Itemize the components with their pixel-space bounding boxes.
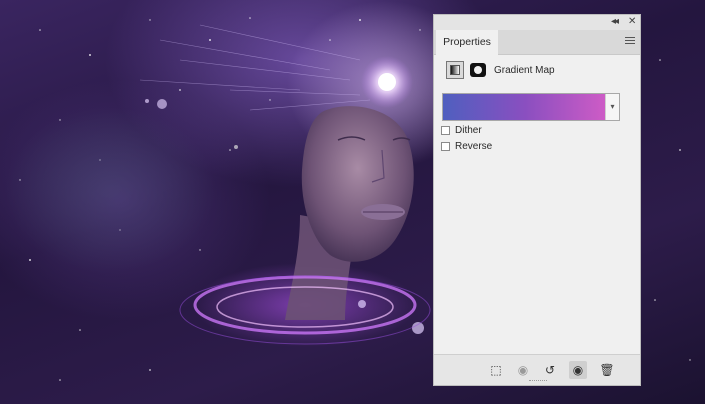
resize-grip[interactable] — [529, 380, 547, 384]
layer-mask-icon[interactable] — [470, 63, 486, 77]
dither-checkbox[interactable] — [441, 126, 450, 135]
view-previous-state-icon[interactable]: ◉ — [514, 361, 532, 379]
properties-panel: ◂◂ ✕ Properties Gradient Map ▾ Dither Re… — [433, 14, 641, 386]
panel-bottom-toolbar: ⬚ ◉ ↺ ◉ 🗑 — [434, 354, 640, 385]
gradient-preview-swatch[interactable] — [443, 94, 607, 120]
visibility-eye-icon[interactable]: ◉ — [569, 361, 587, 379]
reverse-label: Reverse — [455, 141, 493, 152]
panel-menu-icon[interactable] — [625, 37, 635, 46]
dither-label: Dither — [455, 125, 482, 136]
reset-icon[interactable]: ↺ — [541, 361, 559, 379]
reverse-checkbox[interactable] — [441, 142, 450, 151]
panel-tab-row: Properties — [434, 30, 640, 55]
adjustment-title: Gradient Map — [494, 65, 555, 76]
chevron-down-icon[interactable]: ▾ — [605, 94, 619, 120]
gradient-map-adjustment-icon[interactable] — [446, 61, 464, 79]
close-panel-icon[interactable]: ✕ — [628, 16, 636, 28]
panel-title-bar: ◂◂ ✕ — [434, 15, 640, 30]
tab-properties[interactable]: Properties — [436, 30, 498, 55]
gradient-picker[interactable]: ▾ — [442, 93, 620, 121]
collapse-panel-icon[interactable]: ◂◂ — [611, 16, 619, 28]
trash-icon[interactable]: 🗑 — [598, 361, 616, 379]
clip-to-layer-icon[interactable]: ⬚ — [487, 361, 505, 379]
